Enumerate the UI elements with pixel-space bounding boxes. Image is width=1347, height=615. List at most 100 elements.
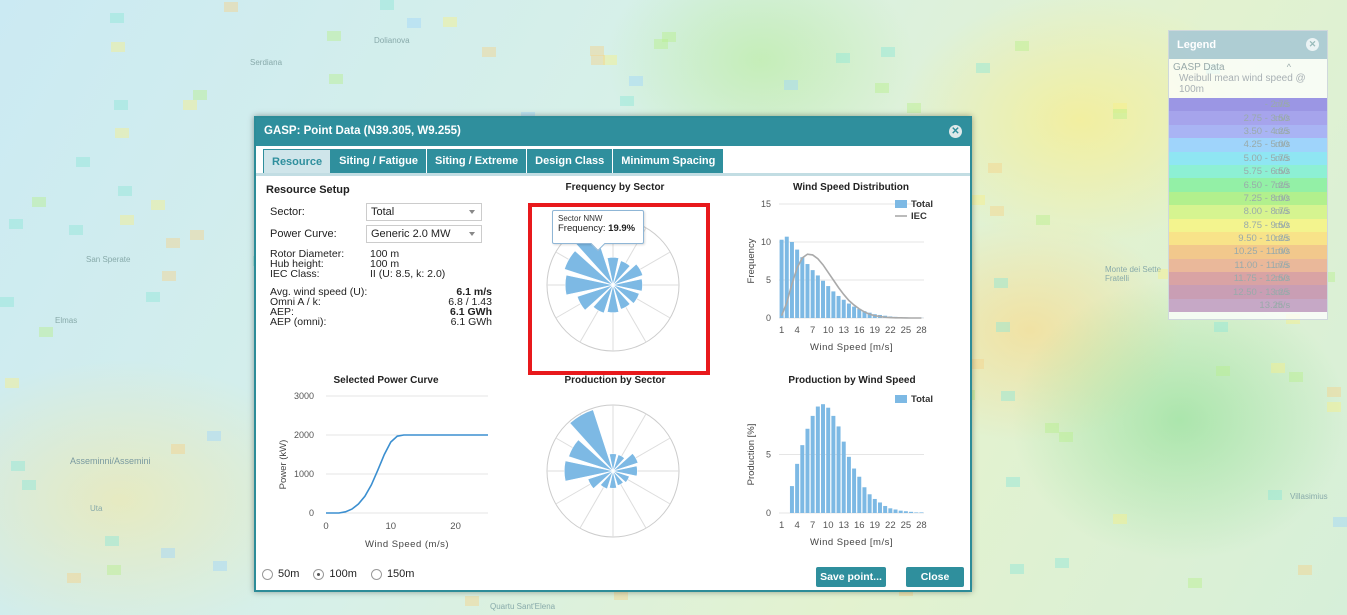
tab-siting-extreme[interactable]: Siting / Extreme xyxy=(426,149,528,173)
map-cell xyxy=(69,225,84,236)
power-curve-label: Power Curve: xyxy=(270,228,337,240)
bar xyxy=(815,406,820,513)
legend-row: 2.75 - 3.50 m/s xyxy=(1169,111,1327,125)
legend-unit: m/s xyxy=(1275,219,1291,231)
dialog-titlebar[interactable]: GASP: Point Data (N39.305, W9.255) ✕ xyxy=(256,118,970,146)
map-cell xyxy=(407,17,422,28)
height-radio-150m[interactable]: 150m xyxy=(370,568,414,580)
x-tick-label: 13 xyxy=(838,325,849,336)
tab-bar: Resource Siting / Fatigue Siting / Extre… xyxy=(263,149,725,173)
x-tick-label: 28 xyxy=(916,520,927,531)
legend-unit: m/s xyxy=(1275,166,1291,178)
map-cell xyxy=(67,572,82,583)
bar xyxy=(898,510,903,513)
y-tick-label: 0 xyxy=(766,508,771,518)
save-point-button[interactable]: Save point... xyxy=(816,567,886,587)
iec-class-row: IEC Class: II (U: 8.5, k: 2.0) xyxy=(266,268,496,280)
legend-row: 10.25 - 11.00 m/s xyxy=(1169,245,1327,259)
map-cell xyxy=(32,197,47,208)
power-curve-row: Power Curve: Generic 2.0 MW xyxy=(266,223,496,245)
legend-layer-toggle[interactable]: GASP Data ^ xyxy=(1169,59,1327,73)
bar xyxy=(815,275,820,318)
bar xyxy=(888,508,893,513)
legend-unit: m/s xyxy=(1275,206,1291,218)
map-cell xyxy=(1035,214,1050,225)
sector-select-value: Total xyxy=(371,206,395,218)
map-cell xyxy=(0,297,15,308)
legend-row: 8.75 - 9.50 m/s xyxy=(1169,218,1327,232)
map-cell xyxy=(464,596,479,607)
tab-minimum-spacing[interactable]: Minimum Spacing xyxy=(613,149,725,173)
tab-design-class[interactable]: Design Class xyxy=(527,149,614,173)
map-cell xyxy=(1112,108,1127,119)
map-cell xyxy=(9,219,24,230)
close-button[interactable]: Close xyxy=(906,567,964,587)
point-data-dialog: GASP: Point Data (N39.305, W9.255) ✕ Res… xyxy=(254,116,972,592)
height-radio-50m[interactable]: 50m xyxy=(262,568,299,580)
map-cell xyxy=(1010,563,1025,574)
tab-divider xyxy=(256,173,970,176)
chart-title-production-by-sector: Production by Sector xyxy=(564,375,666,386)
map-cell xyxy=(1054,558,1069,568)
bar xyxy=(877,502,882,513)
wind-speed-distribution-chart: 0 5 10 15 1 4 7 10 13 16 19 22 25 28 Wind Speed [m/s] F… xyxy=(746,199,933,353)
map-cell xyxy=(1014,40,1029,51)
radio-circle[interactable] xyxy=(313,568,325,580)
map-cell xyxy=(654,39,669,50)
bar xyxy=(800,257,805,318)
legend-unit: m/s xyxy=(1275,300,1291,312)
tooltip-freq-label: Frequency: xyxy=(558,223,606,234)
x-tick-label: 0 xyxy=(323,521,328,532)
bar xyxy=(805,264,810,318)
bar xyxy=(831,291,836,318)
legend-row: 5.75 - 6.50 m/s xyxy=(1169,164,1327,179)
x-tick-label: 7 xyxy=(810,325,815,336)
bar xyxy=(841,299,846,318)
height-label: 50m xyxy=(278,568,300,580)
map-cell xyxy=(1216,365,1231,376)
x-tick-label: 1 xyxy=(779,325,784,336)
bar xyxy=(841,441,846,513)
map-cell xyxy=(118,186,133,197)
legend-swatch-total xyxy=(895,200,907,208)
power-curve-select[interactable]: Generic 2.0 MW xyxy=(366,225,482,243)
sector-select[interactable]: Total xyxy=(366,203,482,221)
map-label: Serdiana xyxy=(250,58,283,67)
legend-title: Legend xyxy=(1177,39,1217,51)
map-cell xyxy=(111,41,126,52)
map-cell xyxy=(1267,489,1282,500)
map-cell xyxy=(328,74,343,85)
legend-unit: m/s xyxy=(1275,233,1291,245)
map-cell xyxy=(589,46,604,57)
bar xyxy=(857,476,862,513)
bar xyxy=(872,498,877,513)
radio-circle[interactable] xyxy=(262,568,273,580)
map-cell xyxy=(326,31,341,42)
resource-setup: Resource Setup Sector: Total Power Curve… xyxy=(266,184,496,327)
legend-swatch-total xyxy=(895,395,907,403)
map-label: San Sperate xyxy=(86,255,131,264)
tab-resource[interactable]: Resource xyxy=(263,149,332,173)
production-by-sector-chart[interactable] xyxy=(542,400,684,542)
legend-close-icon[interactable]: ✕ xyxy=(1306,38,1319,51)
sector-tooltip: Sector NNW Frequency: 19.9% xyxy=(552,210,644,252)
map-cell xyxy=(1113,514,1128,525)
close-icon[interactable]: ✕ xyxy=(949,125,962,138)
legend-row: 11.00 - 11.75 m/s xyxy=(1169,258,1327,273)
map-cell xyxy=(1058,431,1073,442)
map-cell xyxy=(603,55,618,65)
iec-class-value: II (U: 8.5, k: 2.0) xyxy=(370,268,446,280)
map-cell xyxy=(223,1,238,12)
map-cell xyxy=(106,565,121,575)
y-tick-label: 5 xyxy=(766,450,771,460)
legend-label: Total xyxy=(911,394,933,405)
bar xyxy=(852,306,857,318)
bar xyxy=(852,468,857,513)
map-label: Elmas xyxy=(55,316,78,325)
map-cell xyxy=(1333,517,1347,528)
chevron-down-icon xyxy=(469,232,475,236)
map-cell xyxy=(1188,578,1203,589)
tab-siting-fatigue[interactable]: Siting / Fatigue xyxy=(331,149,427,173)
height-radio-100m[interactable]: 100m xyxy=(313,568,357,580)
radio-circle[interactable] xyxy=(370,568,382,580)
